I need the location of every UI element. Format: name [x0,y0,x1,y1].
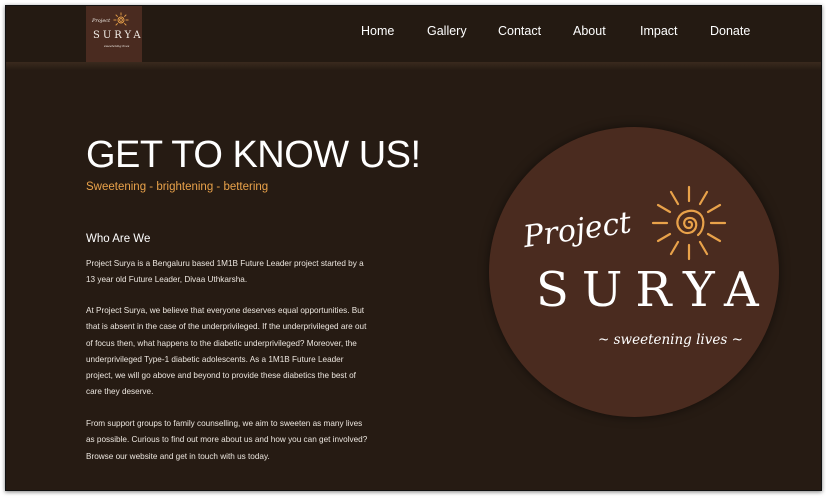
page-title: GET TO KNOW US! [86,134,421,176]
section-heading: Who Are We [86,233,151,245]
nav-gallery[interactable]: Gallery [427,24,467,38]
nav-impact[interactable]: Impact [640,24,678,38]
nav-about[interactable]: About [573,24,606,38]
navbar-divider [6,62,821,70]
emblem-surya-text: SURYA [536,262,772,318]
logo-surya-text: SURYA [93,30,144,41]
emblem-tagline-text: ~ sweetening lives ~ [598,332,743,348]
about-paragraph-1: Project Surya is a Bengaluru based 1M1B … [86,259,364,285]
navbar: Project SURYA sweetening lives Home Gall… [6,6,821,62]
sun-spiral-icon [651,185,727,261]
site-logo[interactable]: Project SURYA sweetening lives [86,6,142,62]
logo-project-text: Project [92,18,111,24]
about-paragraph-3: From support groups to family counsellin… [86,419,368,461]
nav-contact[interactable]: Contact [498,24,541,38]
sun-spiral-icon [113,12,129,26]
about-paragraph-2: At Project Surya, we believe that everyo… [86,306,367,397]
hero-tagline: Sweetening - brightening - bettering [86,181,269,193]
nav-home[interactable]: Home [361,24,394,38]
logo-tagline-text: sweetening lives [104,44,130,48]
nav-donate[interactable]: Donate [710,24,750,38]
page: Project SURYA sweetening lives Home Gall… [5,5,822,491]
